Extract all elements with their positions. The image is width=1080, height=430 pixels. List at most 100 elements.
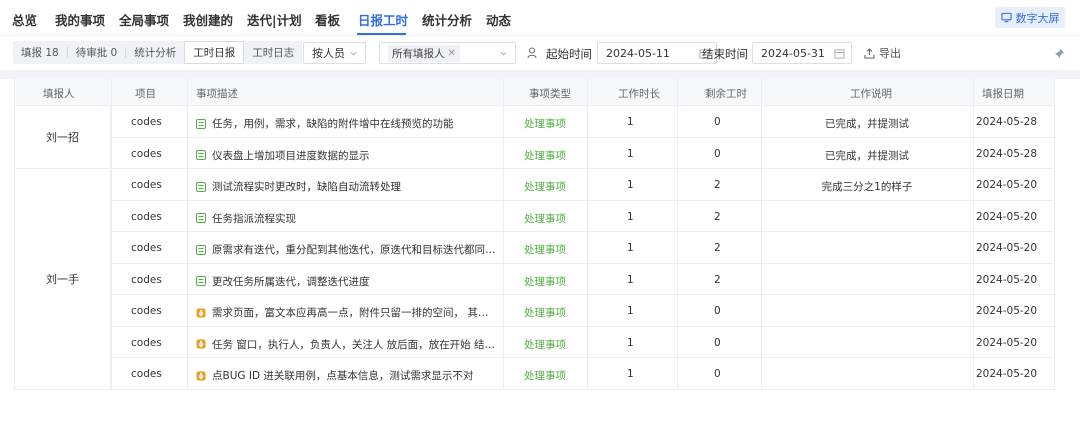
date-cell: 2024-05-20 — [976, 242, 1038, 254]
start-date-value: 2024-05-11 — [606, 46, 670, 60]
nav-iteration-plan[interactable]: 迭代|计划 — [247, 10, 302, 29]
group-by-select[interactable]: 按人员 — [303, 42, 366, 64]
chevron-down-icon — [350, 51, 357, 56]
bigscreen-button[interactable]: 数字大屏 — [995, 7, 1065, 28]
project-cell: codes — [131, 336, 162, 349]
description-cell[interactable]: 更改任务所属迭代，调整迭代进度 — [196, 274, 496, 289]
description-cell[interactable]: 任务指派流程实现 — [196, 211, 496, 226]
header-remaining: 剩余工时 — [705, 88, 747, 100]
nav-activity[interactable]: 动态 — [486, 10, 511, 29]
reporter-select[interactable]: 所有填报人 ✕ — [379, 42, 516, 64]
nav-created-by-me[interactable]: 我创建的 — [183, 10, 233, 29]
duration-cell: 1 — [627, 210, 634, 223]
segment-daily-report[interactable]: 工时日报 — [184, 41, 245, 64]
segment-hours-log[interactable]: 工时日志 — [244, 41, 302, 64]
reporter-cell: 刘一招 — [15, 106, 111, 169]
export-button[interactable]: 导出 — [864, 45, 901, 61]
calendar-icon — [834, 49, 845, 59]
view-switcher: 填报 18 待审批 0 统计分析 工时日报 工时日志 — [13, 41, 303, 64]
project-cell: codes — [131, 368, 162, 380]
description-cell[interactable]: 需求页面，富文本应再高一点，附件只留一排的空间， 其他的给... — [196, 305, 496, 320]
table-row[interactable]: codes 更改任务所属迭代，调整迭代进度 处理事项 1 2 2024-05-20 — [15, 263, 1054, 295]
type-cell: 处理事项 — [524, 370, 566, 382]
table-row[interactable]: codes 任务指派流程实现 处理事项 1 2 2024-05-20 — [15, 200, 1054, 232]
segment-reported[interactable]: 填报 18 — [13, 41, 67, 64]
header-project: 项目 — [135, 88, 156, 100]
nav-daily-hours[interactable]: 日报工时 — [358, 10, 408, 29]
end-date-value: 2024-05-31 — [761, 46, 825, 60]
table-row[interactable]: codes 原需求有迭代，重分配到其他迭代，原迭代和目标迭代都同步调... 处理事项… — [15, 232, 1054, 264]
bug-icon — [196, 339, 206, 349]
description-text: 点BUG ID 进关联用例，点基本信息，测试需求显示不对 — [212, 370, 474, 382]
remaining-cell: 0 — [714, 368, 721, 380]
date-cell: 2024-05-20 — [976, 273, 1038, 286]
type-cell: 处理事项 — [524, 244, 566, 256]
duration-cell: 1 — [627, 336, 634, 349]
work-note-cell: 已完成，并提测试 — [825, 118, 909, 130]
task-icon — [196, 276, 206, 286]
type-cell: 处理事项 — [524, 307, 566, 319]
date-cell: 2024-05-20 — [976, 336, 1038, 349]
group-by-value: 按人员 — [312, 47, 345, 60]
duration-cell: 1 — [627, 273, 634, 286]
project-cell: codes — [131, 210, 162, 223]
content-divider — [0, 70, 1080, 79]
description-cell[interactable]: 任务 窗口，执行人，负责人，关注人 放后面，放在开始 结束日... — [196, 337, 496, 352]
top-nav: 总览 我的事项 全局事项 我创建的 迭代|计划 看板 日报工时 统计分析 动态 … — [0, 0, 1080, 36]
table-body: codes 任务，用例，需求，缺陷的附件增中在线预览的功能 处理事项 1 0 已完成，并提… — [15, 106, 1054, 390]
export-icon — [864, 47, 875, 59]
user-icon — [527, 47, 537, 59]
remaining-cell: 2 — [714, 242, 721, 254]
date-cell: 2024-05-20 — [976, 210, 1038, 223]
nav-global-items[interactable]: 全局事项 — [119, 10, 169, 29]
bug-icon — [196, 308, 206, 317]
header-reporter: 填报人 — [43, 88, 75, 100]
table-row[interactable]: codes 仪表盘上增加项目进度数据的显示 处理事项 1 0 已完成，并提测试 2024-0… — [15, 137, 1054, 169]
start-date-label: 起始时间 — [546, 47, 592, 61]
project-cell: codes — [131, 242, 162, 254]
reporter-tag: 所有填报人 ✕ — [388, 44, 460, 62]
nav-overview[interactable]: 总览 — [12, 10, 37, 29]
reporter-tag-label: 所有填报人 — [392, 47, 445, 60]
date-cell: 2024-05-20 — [976, 305, 1038, 317]
remaining-cell: 2 — [714, 273, 721, 286]
segment-statistics[interactable]: 统计分析 — [126, 41, 184, 64]
table-row[interactable]: codes 测试流程实时更改时，缺陷自动流转处理 处理事项 1 2 完成三分之1的样子 20… — [15, 169, 1054, 201]
bigscreen-label: 数字大屏 — [1015, 11, 1060, 25]
table-row[interactable]: codes 任务，用例，需求，缺陷的附件增中在线预览的功能 处理事项 1 0 已完成，并提… — [15, 106, 1054, 138]
header-duration: 工作时长 — [618, 88, 660, 100]
description-text: 原需求有迭代，重分配到其他迭代，原迭代和目标迭代都同步调... — [212, 244, 496, 256]
task-icon — [196, 213, 206, 223]
remaining-cell: 2 — [714, 210, 721, 223]
nav-kanban[interactable]: 看板 — [315, 10, 340, 29]
nav-my-items[interactable]: 我的事项 — [55, 10, 105, 29]
end-date-input[interactable]: 2024-05-31 — [752, 42, 852, 64]
start-date-input[interactable]: 2024-05-11 — [597, 42, 717, 64]
description-cell[interactable]: 点BUG ID 进关联用例，点基本信息，测试需求显示不对 — [196, 368, 496, 383]
reporter-cell: 刘一手 — [15, 169, 111, 390]
segment-pending-approval[interactable]: 待审批 0 — [68, 41, 126, 64]
chevron-down-icon — [500, 51, 507, 56]
bug-icon — [196, 371, 206, 380]
description-text: 更改任务所属迭代，调整迭代进度 — [212, 275, 370, 288]
duration-cell: 1 — [627, 368, 634, 380]
pin-icon[interactable] — [1054, 48, 1065, 59]
header-work-note: 工作说明 — [850, 88, 892, 100]
close-icon[interactable]: ✕ — [448, 48, 456, 59]
table-row[interactable]: codes 需求页面，富文本应再高一点，附件只留一排的空间， 其他的给... 处理事… — [15, 295, 1054, 327]
hours-table: 填报人 项目 事项描述 事项类型 工作时长 剩余工时 工作说明 填报日期 cod… — [14, 79, 1055, 390]
table-row[interactable]: codes 点BUG ID 进关联用例，点基本信息，测试需求显示不对 处理事项 1 0 2… — [15, 358, 1054, 390]
header-type: 事项类型 — [529, 88, 571, 100]
header-description: 事项描述 — [196, 88, 238, 100]
description-text: 需求页面，富文本应再高一点，附件只留一排的空间， 其他的给... — [212, 307, 496, 319]
export-label: 导出 — [879, 47, 901, 60]
date-cell: 2024-05-20 — [976, 179, 1038, 191]
description-text: 任务 窗口，执行人，负责人，关注人 放后面，放在开始 结束日... — [212, 338, 496, 351]
type-cell: 处理事项 — [524, 338, 566, 351]
description-cell[interactable]: 原需求有迭代，重分配到其他迭代，原迭代和目标迭代都同步调... — [196, 242, 496, 257]
monitor-icon — [1000, 12, 1012, 23]
nav-statistics[interactable]: 统计分析 — [422, 10, 472, 29]
header-date: 填报日期 — [982, 88, 1024, 100]
table-row[interactable]: codes 任务 窗口，执行人，负责人，关注人 放后面，放在开始 结束日... 处理… — [15, 326, 1054, 358]
description-text: 任务指派流程实现 — [212, 212, 296, 225]
